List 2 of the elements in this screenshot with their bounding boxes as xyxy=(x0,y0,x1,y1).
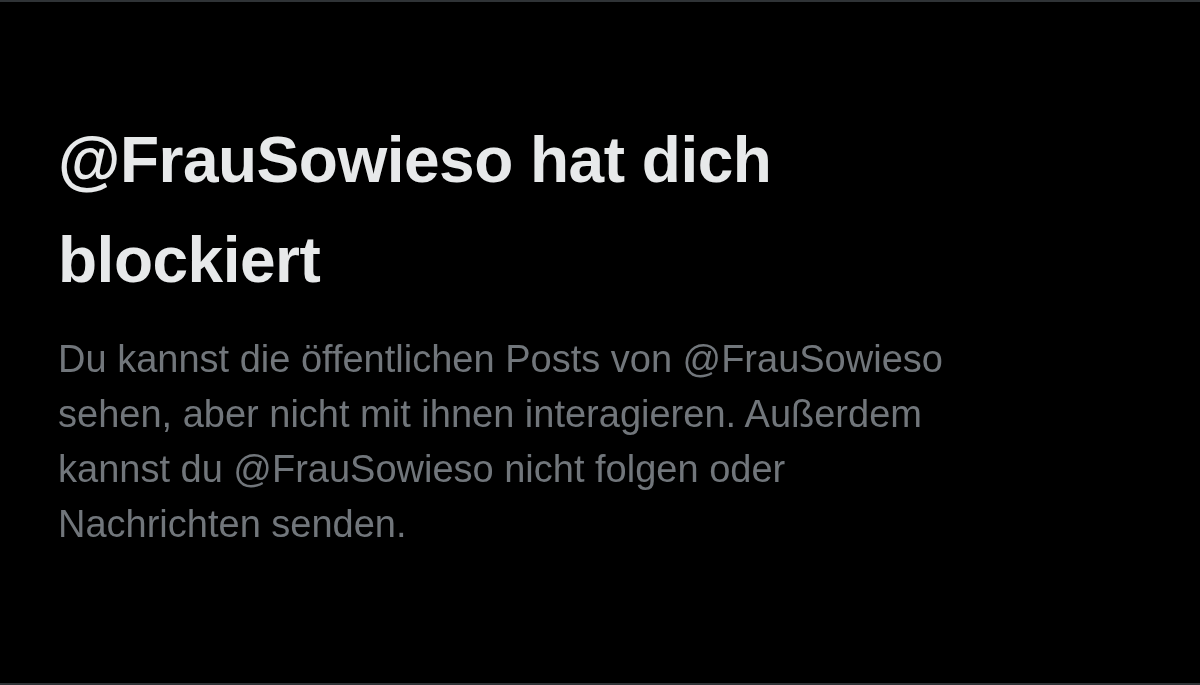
notice-heading: @FrauSowieso hat dich blockiert xyxy=(58,123,773,298)
notice-message: Du kannst die öffentlichen Posts von @FrauSowieso sehen, aber nicht mit ihnen interagieren. Außerdem kannst du @FrauSowieso nicht folgen oder Nachrichten senden. xyxy=(58,337,944,547)
